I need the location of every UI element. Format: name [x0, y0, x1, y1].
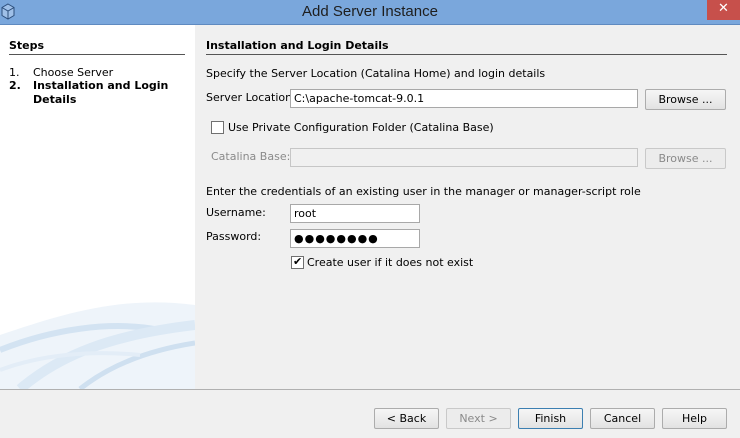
- window-title: Add Server Instance: [302, 3, 438, 20]
- back-button[interactable]: < Back: [374, 408, 439, 429]
- server-location-input[interactable]: C:\apache-tomcat-9.0.1: [290, 89, 638, 108]
- password-label: Password:: [206, 230, 262, 243]
- catalina-base-browse-button: Browse ...: [645, 148, 726, 169]
- username-input[interactable]: root: [290, 204, 420, 223]
- close-icon: ✕: [718, 1, 729, 16]
- step-label: Choose Server: [33, 66, 114, 79]
- next-button: Next >: [446, 408, 511, 429]
- installation-login-panel: Installation and Login Details Specify t…: [195, 25, 740, 389]
- section-divider: [206, 54, 727, 55]
- wizard-footer: < Back Next > Finish Cancel Help: [0, 390, 740, 438]
- cancel-button[interactable]: Cancel: [590, 408, 655, 429]
- decorative-swoosh-graphic: [0, 302, 195, 389]
- finish-button[interactable]: Finish: [518, 408, 583, 429]
- steps-title: Steps: [9, 39, 45, 52]
- private-config-label[interactable]: Use Private Configuration Folder (Catali…: [228, 121, 494, 134]
- steps-divider: [9, 54, 185, 55]
- create-user-checkbox[interactable]: ✔: [291, 255, 304, 269]
- catalina-base-label: Catalina Base:: [211, 150, 291, 163]
- close-button[interactable]: ✕: [707, 0, 740, 20]
- step-number: 2.: [9, 79, 21, 92]
- server-location-browse-button[interactable]: Browse ...: [645, 89, 726, 110]
- create-user-label[interactable]: Create user if it does not exist: [307, 256, 473, 269]
- title-bar: Add Server Instance ✕: [0, 0, 740, 25]
- credentials-instruction: Enter the credentials of an existing use…: [206, 185, 641, 198]
- instruction-text: Specify the Server Location (Catalina Ho…: [206, 67, 546, 80]
- private-config-checkbox[interactable]: [211, 121, 224, 134]
- steps-panel: Steps 1. Choose Server 2. Installation a…: [0, 25, 195, 389]
- catalina-base-input: [290, 148, 638, 167]
- step-number: 1.: [9, 66, 20, 79]
- step-label: Installation and Login Details: [33, 79, 169, 106]
- checkmark-icon: ✔: [293, 255, 303, 268]
- help-button[interactable]: Help: [662, 408, 727, 429]
- section-title: Installation and Login Details: [206, 39, 389, 52]
- password-input[interactable]: ●●●●●●●●: [290, 229, 420, 248]
- server-location-label: Server Location:: [206, 91, 296, 104]
- username-label: Username:: [206, 206, 266, 219]
